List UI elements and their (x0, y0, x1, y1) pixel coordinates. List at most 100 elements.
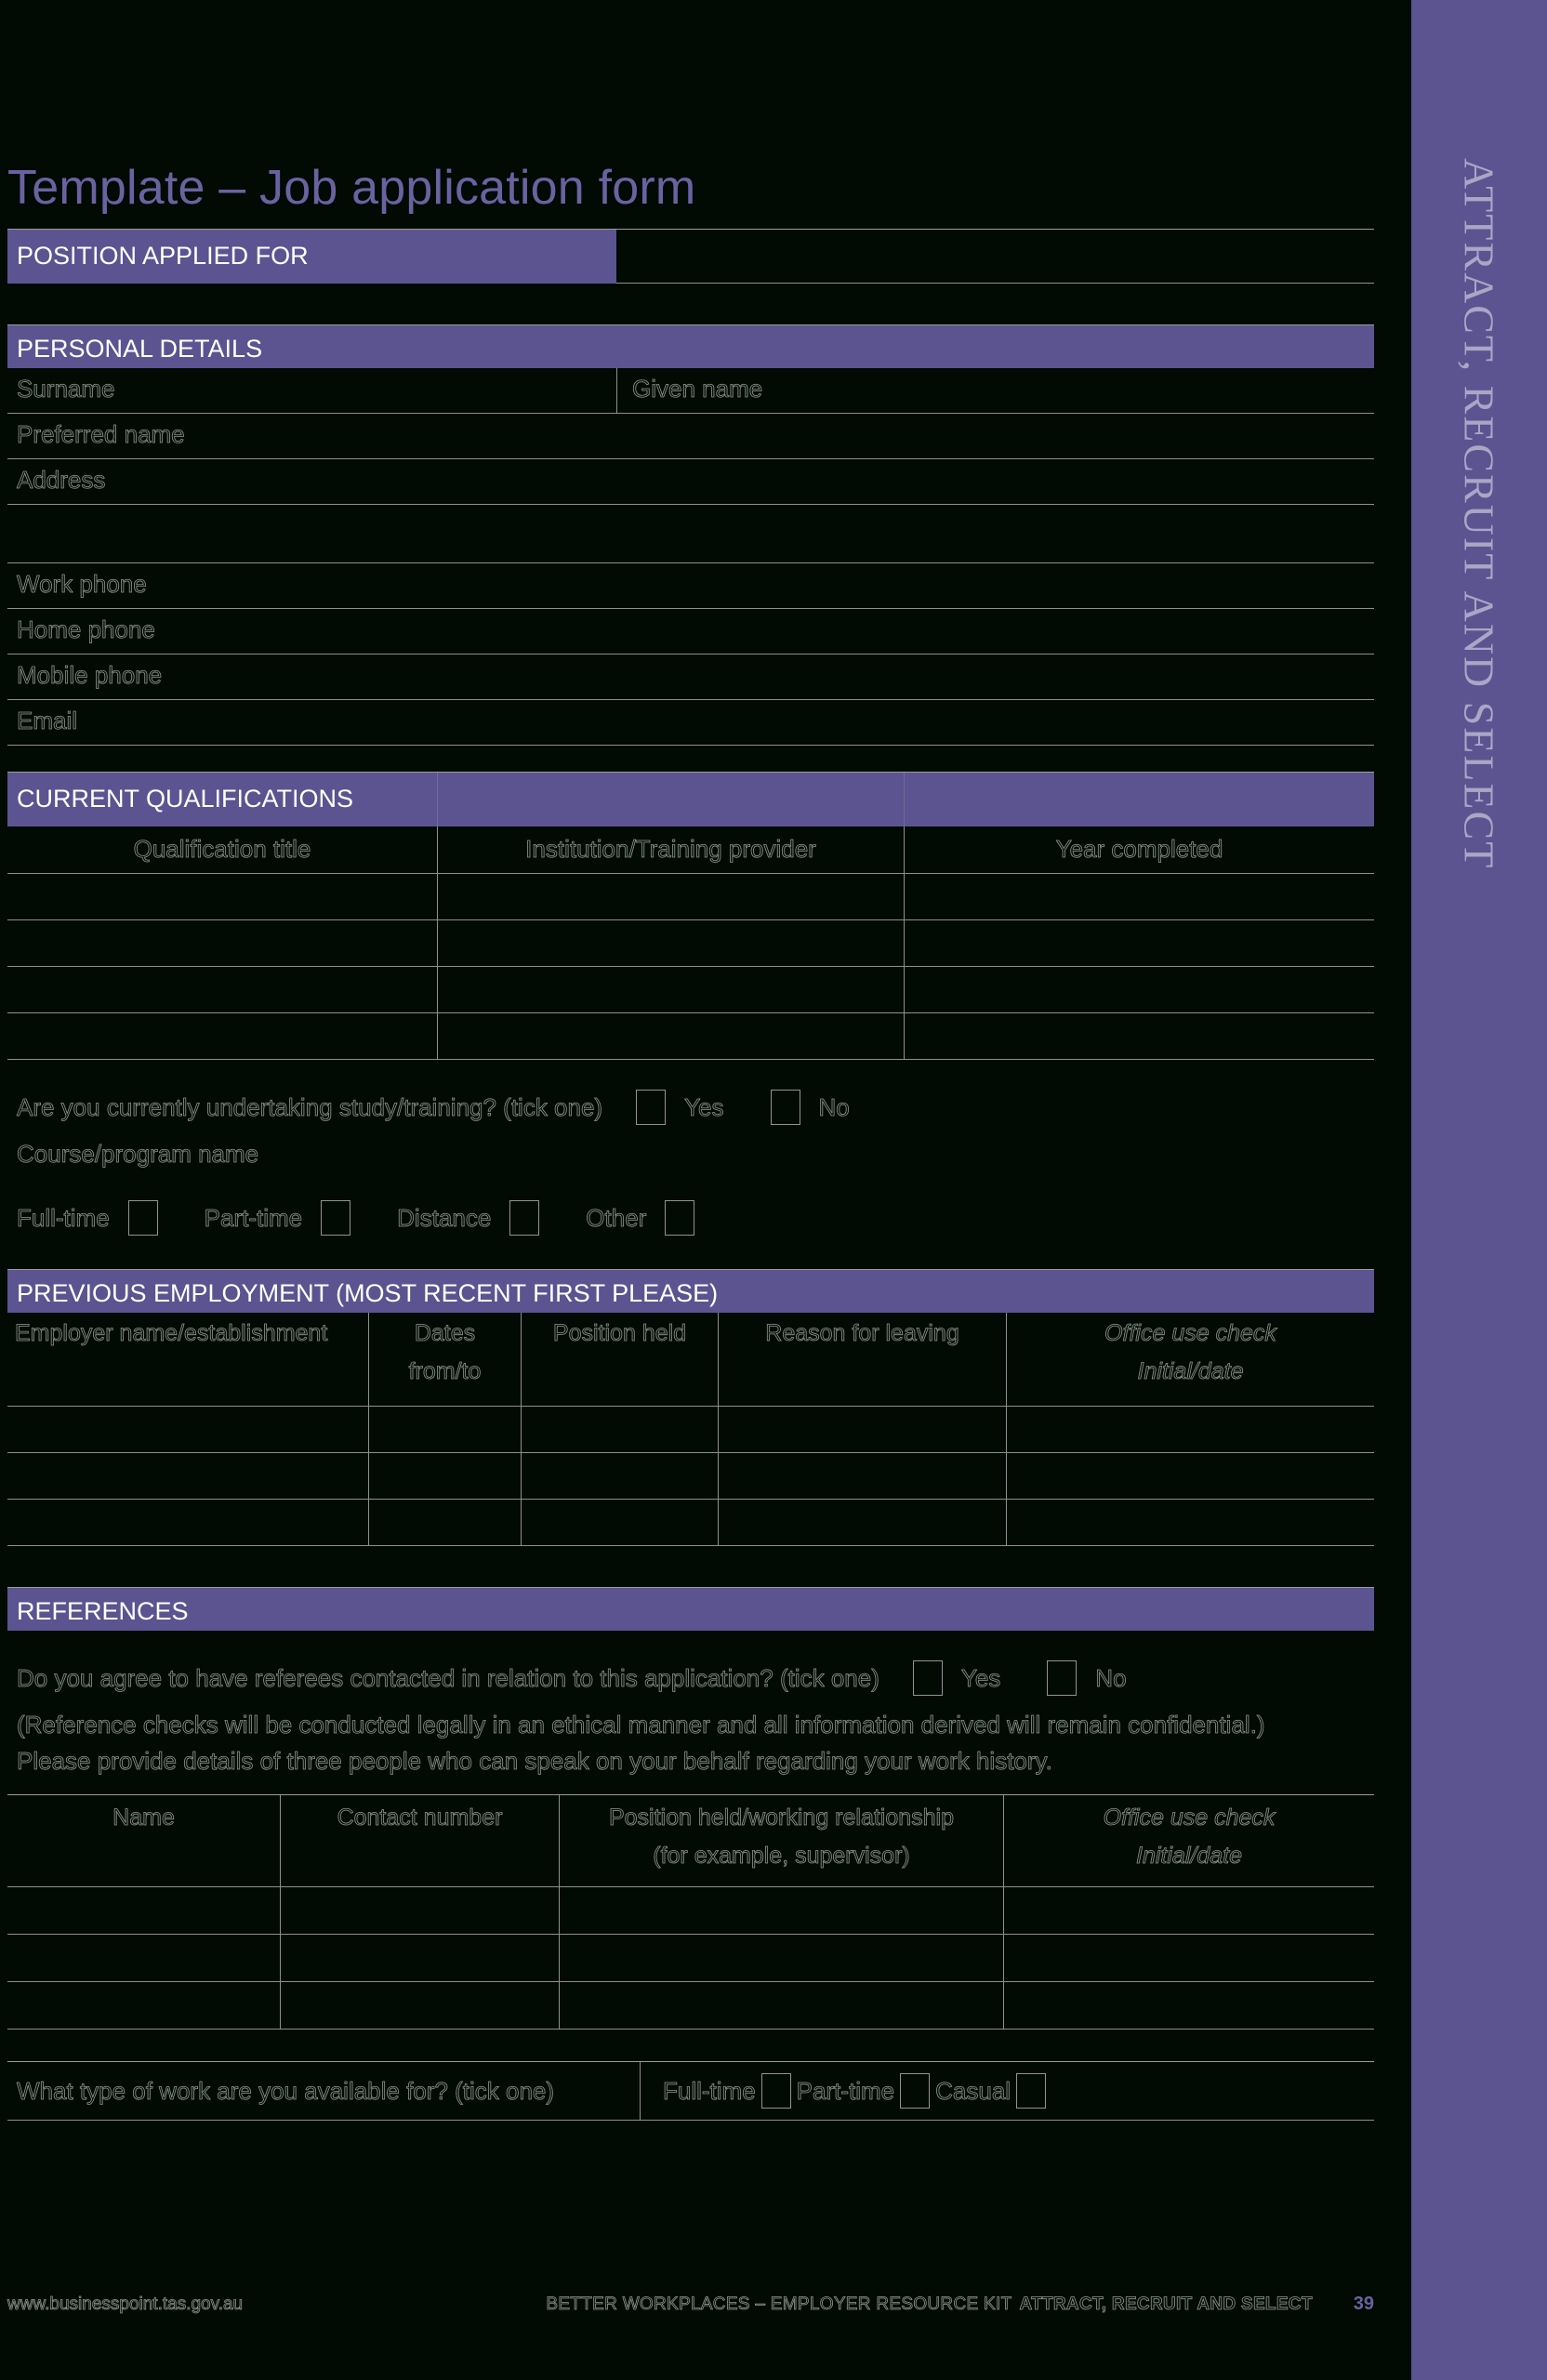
availability-question: What type of work are you available for?… (17, 2076, 555, 2105)
cell-office-use-check[interactable] (1006, 1407, 1374, 1453)
column-header-reason-for-leaving: Reason for leaving (718, 1313, 1006, 1406)
cell-referee-name[interactable] (7, 1935, 280, 1982)
field-label-course-name[interactable]: Course/program name (17, 1140, 259, 1169)
footer-page-number: 39 (1353, 2294, 1374, 2314)
checkbox-mode-other[interactable] (665, 1200, 695, 1236)
column-header-referee-office-use: Office use check Initial/date (1003, 1795, 1374, 1886)
cell-reason-for-leaving[interactable] (718, 1500, 1006, 1546)
footer-website[interactable]: www.businesspoint.tas.gov.au (7, 2294, 244, 2315)
checkbox-study-yes[interactable] (636, 1090, 667, 1125)
label-mode-distance: Distance (397, 1203, 492, 1232)
page-footer: www.businesspoint.tas.gov.au BETTER WORK… (7, 2294, 1374, 2315)
checkbox-referee-no[interactable] (1047, 1660, 1078, 1696)
cell-year-completed[interactable] (904, 1013, 1374, 1060)
cell-employer-name[interactable] (7, 1500, 368, 1546)
label-referee-yes: Yes (960, 1663, 1001, 1692)
cell-referee-office-use[interactable] (1003, 1935, 1374, 1982)
table-row (7, 1887, 1374, 1935)
checkbox-referee-yes[interactable] (912, 1660, 943, 1696)
side-tab-label: ATTRACT, RECRUIT AND SELECT (1455, 158, 1503, 870)
personal-row-address: Address (7, 459, 1374, 505)
column-header-position-relationship-main: Position held/working relationship (608, 1805, 955, 1831)
cell-institution[interactable] (437, 920, 904, 967)
cell-referee-contact[interactable] (280, 1935, 559, 1982)
cell-referee-contact[interactable] (280, 1887, 559, 1935)
cell-dates[interactable] (368, 1500, 521, 1546)
field-label-mobile-phone[interactable]: Mobile phone (7, 654, 1374, 699)
cell-employer-name[interactable] (7, 1453, 368, 1500)
field-label-preferred-name[interactable]: Preferred name (7, 414, 1374, 458)
cell-qualification-title[interactable] (7, 967, 437, 1013)
label-availability-casual: Casual (935, 2076, 1012, 2105)
page-title: Template – Job application form (7, 161, 696, 215)
checkbox-availability-part-time[interactable] (900, 2073, 931, 2109)
cell-dates[interactable] (368, 1453, 521, 1500)
cell-dates[interactable] (368, 1407, 521, 1453)
cell-year-completed[interactable] (904, 967, 1374, 1013)
availability-row: What type of work are you available for?… (7, 2061, 1374, 2121)
field-label-given-name[interactable]: Given name (616, 368, 1374, 413)
cell-referee-name[interactable] (7, 1887, 280, 1935)
table-row (7, 1935, 1374, 1982)
footer-kit-name: BETTER WORKPLACES – EMPLOYER RESOURCE KI… (546, 2294, 1012, 2315)
availability-options: Full-time Part-time Casual (640, 2062, 1374, 2120)
personal-row-mobile-phone: Mobile phone (7, 654, 1374, 700)
checkbox-study-no[interactable] (770, 1090, 800, 1125)
cell-reason-for-leaving[interactable] (718, 1407, 1006, 1453)
column-header-dates-main: Dates (414, 1320, 476, 1347)
cell-referee-position[interactable] (559, 1887, 1003, 1935)
label-availability-full-time: Full-time (663, 2076, 756, 2105)
cell-institution[interactable] (437, 1013, 904, 1060)
cell-referee-position[interactable] (559, 1982, 1003, 2030)
field-label-email[interactable]: Email (7, 700, 1374, 745)
cell-position-held[interactable] (521, 1500, 718, 1546)
document-page: ATTRACT, RECRUIT AND SELECT Template – J… (0, 0, 1547, 2380)
cell-referee-position[interactable] (559, 1935, 1003, 1982)
referee-instruction-text: Please provide details of three people w… (17, 1747, 1053, 1776)
cell-referee-contact[interactable] (280, 1982, 559, 2030)
cell-referee-office-use[interactable] (1003, 1887, 1374, 1935)
field-label-home-phone[interactable]: Home phone (7, 609, 1374, 654)
cell-reason-for-leaving[interactable] (718, 1453, 1006, 1500)
cell-employer-name[interactable] (7, 1407, 368, 1453)
personal-row-home-phone: Home phone (7, 609, 1374, 654)
checkbox-mode-distance[interactable] (509, 1200, 540, 1236)
cell-position-held[interactable] (521, 1453, 718, 1500)
checkbox-mode-full-time[interactable] (127, 1200, 158, 1236)
field-input-address-line2[interactable] (7, 505, 1374, 562)
cell-year-completed[interactable] (904, 920, 1374, 967)
cell-qualification-title[interactable] (7, 920, 437, 967)
cell-position-held[interactable] (521, 1407, 718, 1453)
references-column-headers: Name Contact number Position held/workin… (7, 1794, 1374, 1887)
position-applied-input[interactable] (616, 230, 1374, 284)
cell-institution[interactable] (437, 967, 904, 1013)
cell-referee-office-use[interactable] (1003, 1982, 1374, 2030)
checkbox-availability-casual[interactable] (1016, 2073, 1047, 2109)
qualifications-heading-label: CURRENT QUALIFICATIONS (7, 773, 437, 826)
study-question-label: Are you currently undertaking study/trai… (17, 1092, 603, 1121)
cell-referee-name[interactable] (7, 1982, 280, 2030)
cell-qualification-title[interactable] (7, 1013, 437, 1060)
side-tab-banner: ATTRACT, RECRUIT AND SELECT (1411, 0, 1547, 2380)
footer-right-group: BETTER WORKPLACES – EMPLOYER RESOURCE KI… (546, 2294, 1374, 2315)
column-header-office-use-main: Office use check (1104, 1320, 1277, 1347)
cell-office-use-check[interactable] (1006, 1500, 1374, 1546)
cell-office-use-check[interactable] (1006, 1453, 1374, 1500)
checkbox-availability-full-time[interactable] (760, 2073, 791, 2109)
cell-qualification-title[interactable] (7, 874, 437, 920)
referee-note-row: (Reference checks will be conducted lega… (7, 1698, 1374, 1741)
cell-year-completed[interactable] (904, 874, 1374, 920)
checkbox-mode-part-time[interactable] (321, 1200, 351, 1236)
field-label-surname[interactable]: Surname (7, 368, 616, 413)
cell-institution[interactable] (437, 874, 904, 920)
field-label-address[interactable]: Address (7, 459, 1374, 504)
column-header-referee-office-sub: Initial/date (1136, 1843, 1243, 1870)
table-row (7, 967, 1374, 1013)
column-header-referee-office-main: Office use check (1103, 1805, 1276, 1831)
field-label-work-phone[interactable]: Work phone (7, 563, 1374, 608)
column-header-dates-sub: from/to (408, 1358, 482, 1385)
